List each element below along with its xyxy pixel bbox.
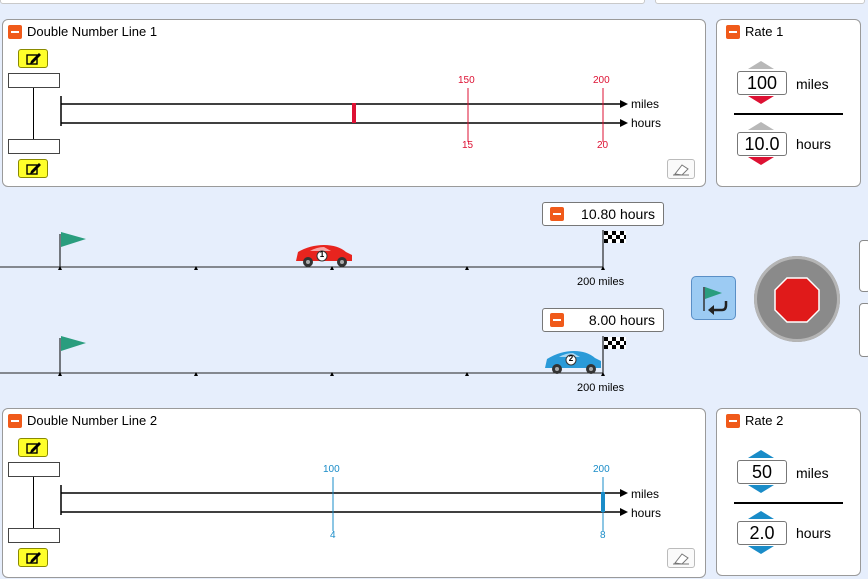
marker-bottom-label-4: 4 xyxy=(330,530,336,541)
stop-button[interactable] xyxy=(754,256,840,342)
double-number-line-1 xyxy=(60,88,628,142)
miles-axis-arrow xyxy=(620,489,628,497)
miles-up-arrow-button[interactable] xyxy=(748,450,774,459)
top-unit-label: miles xyxy=(631,487,660,501)
hours-down-arrow-button[interactable] xyxy=(748,157,774,166)
miles-up-arrow-button[interactable] xyxy=(748,61,774,70)
marker-top-label-150: 150 xyxy=(458,75,475,86)
track-2-timer: 8.00 hours xyxy=(542,308,664,332)
return-flag-icon xyxy=(703,287,728,315)
rate-1-panel: Rate 1 100 miles 10.0 hours xyxy=(716,19,861,187)
collapse-button[interactable] xyxy=(726,25,740,39)
marker-bottom-label-8: 8 xyxy=(600,530,606,541)
side-panel-edge xyxy=(859,240,868,292)
hours-up-arrow-button[interactable] xyxy=(748,511,774,520)
finish-flag-icon xyxy=(604,337,626,349)
collapse-button[interactable] xyxy=(550,313,564,327)
car-2-number: 2 xyxy=(568,354,574,363)
panel-title: Rate 2 xyxy=(745,413,784,428)
rate-hours-value[interactable]: 2.0 xyxy=(737,521,787,545)
rate-miles-unit: miles xyxy=(796,465,829,481)
progress-marker xyxy=(601,492,605,512)
rate-fraction-bar xyxy=(734,502,843,504)
rate-hours-unit: hours xyxy=(796,136,832,152)
hours-axis-arrow xyxy=(620,508,628,516)
top-field-left xyxy=(0,0,645,4)
rate-fraction-bar xyxy=(734,113,843,115)
return-to-start-button[interactable] xyxy=(691,276,736,320)
rate-miles-value[interactable]: 50 xyxy=(737,460,787,484)
double-number-line-2 xyxy=(60,477,628,531)
track-1-timer: 10.80 hours xyxy=(542,202,664,226)
eraser-icon xyxy=(673,164,689,176)
eraser-icon xyxy=(673,553,689,565)
double-number-line-1-panel: Double Number Line 1 150 15 200 20 miles… xyxy=(2,19,706,187)
eraser-button[interactable] xyxy=(667,159,695,179)
collapse-button[interactable] xyxy=(726,414,740,428)
track-2-finish-label: 200 miles xyxy=(577,382,625,394)
rate-miles-value[interactable]: 100 xyxy=(737,71,787,95)
track-1 xyxy=(0,230,626,270)
miles-axis-arrow xyxy=(620,100,628,108)
marker-top-label-200: 200 xyxy=(593,464,610,475)
stop-icon xyxy=(774,277,820,323)
eraser-button[interactable] xyxy=(667,548,695,568)
miles-down-arrow-button[interactable] xyxy=(748,485,774,494)
finish-flag-icon xyxy=(604,231,626,243)
side-panel-edge xyxy=(859,303,868,357)
start-flag-icon xyxy=(61,232,86,247)
collapse-button[interactable] xyxy=(550,207,564,221)
double-number-line-2-panel: Double Number Line 2 100 4 200 8 miles h… xyxy=(2,408,706,578)
track-2 xyxy=(0,336,626,376)
hours-down-arrow-button[interactable] xyxy=(748,546,774,555)
marker-top-label-200: 200 xyxy=(593,75,610,86)
timer-value: 8.00 hours xyxy=(588,312,655,328)
rate-hours-unit: hours xyxy=(796,525,832,541)
bottom-unit-label: hours xyxy=(631,506,662,520)
panel-title: Rate 1 xyxy=(745,24,784,39)
marker-bottom-label-20: 20 xyxy=(597,140,609,151)
rate-miles-unit: miles xyxy=(796,76,829,92)
progress-marker xyxy=(352,103,356,123)
marker-bottom-label-15: 15 xyxy=(462,140,474,151)
start-flag-icon xyxy=(61,336,86,351)
rate-2-panel: Rate 2 50 miles 2.0 hours xyxy=(716,408,861,576)
track-1-finish-label: 200 miles xyxy=(577,276,625,288)
hours-axis-arrow xyxy=(620,119,628,127)
top-unit-label: miles xyxy=(631,97,660,111)
rate-hours-value[interactable]: 10.0 xyxy=(737,132,787,156)
top-field-right xyxy=(655,0,865,4)
miles-down-arrow-button[interactable] xyxy=(748,96,774,105)
bottom-unit-label: hours xyxy=(631,116,662,130)
car-1-number: 1 xyxy=(319,250,325,259)
marker-top-label-100: 100 xyxy=(323,464,340,475)
hours-up-arrow-button[interactable] xyxy=(748,122,774,131)
race-area: 10.80 hours 1 200 miles 8.00 hours 2 200… xyxy=(0,188,868,406)
timer-value: 10.80 hours xyxy=(581,206,655,222)
